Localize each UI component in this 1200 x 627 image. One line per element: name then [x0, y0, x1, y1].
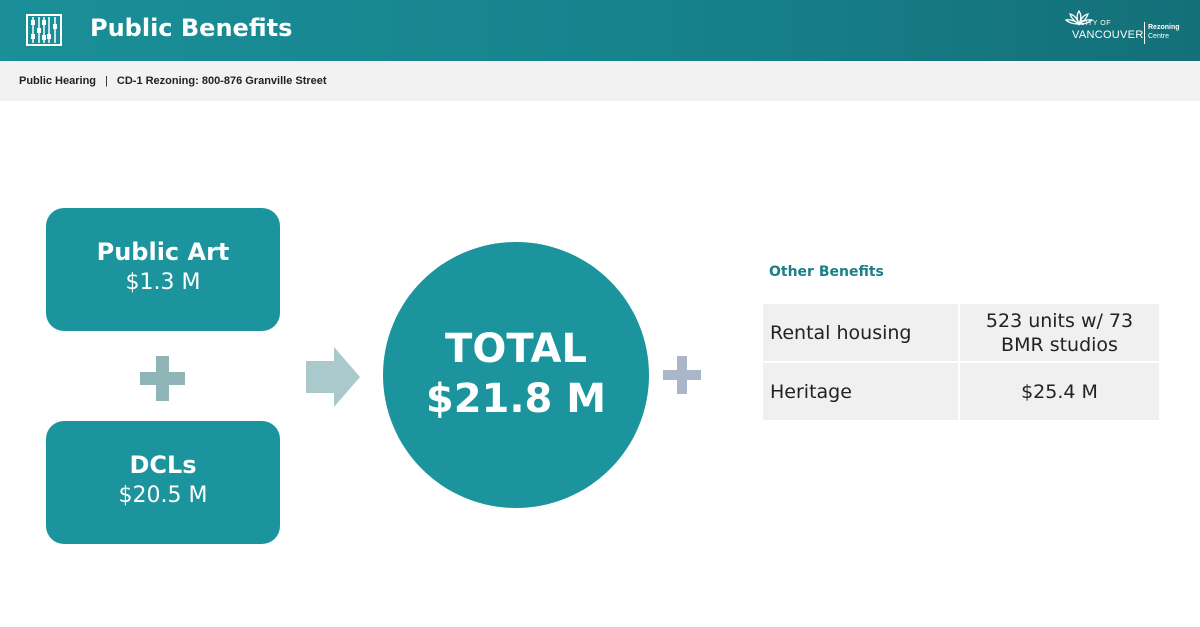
- public-art-box: Public Art $1.3 M: [46, 208, 280, 331]
- rental-value-line2: BMR studios: [1001, 333, 1118, 356]
- breadcrumb-section: Public Hearing: [19, 75, 97, 87]
- breadcrumb-separator: |: [105, 75, 108, 87]
- logo-city-of: CITY OF: [1080, 20, 1111, 27]
- plus-icon: [140, 356, 185, 401]
- rental-value-line1: 523 units w/ 73: [985, 309, 1134, 332]
- other-benefits-table: Rental housing 523 units w/ 73 BMR studi…: [763, 304, 1159, 422]
- total-value: $21.8 M: [425, 376, 607, 422]
- other-benefits-heading: Other Benefits: [769, 264, 884, 280]
- logo-vancouver: VANCOUVER: [1072, 29, 1144, 41]
- header-bar: Public Benefits CITY OF VANCOUVER Rezoni…: [0, 0, 1200, 61]
- table-cell-value: $25.4 M: [960, 363, 1159, 422]
- table-row: Rental housing 523 units w/ 73 BMR studi…: [763, 304, 1159, 363]
- page-title: Public Benefits: [90, 14, 293, 42]
- plus-icon: [663, 356, 701, 394]
- breadcrumb: Public Hearing | CD-1 Rezoning: 800-876 …: [0, 61, 1200, 101]
- table-row: Heritage $25.4 M: [763, 363, 1159, 422]
- table-cell-value: 523 units w/ 73 BMR studios: [960, 304, 1159, 363]
- public-art-value: $1.3 M: [125, 270, 201, 295]
- logo-rezoning: Rezoning: [1148, 24, 1180, 31]
- total-circle: TOTAL $21.8 M: [383, 242, 649, 508]
- public-art-label: Public Art: [96, 238, 230, 266]
- breadcrumb-item: CD-1 Rezoning: 800-876 Granville Street: [116, 75, 327, 87]
- dcls-value: $20.5 M: [118, 483, 208, 508]
- logo-centre: Centre: [1148, 33, 1170, 40]
- city-logo: CITY OF VANCOUVER Rezoning Centre: [1064, 8, 1186, 52]
- dcls-label: DCLs: [129, 451, 197, 479]
- abacus-icon: [26, 14, 62, 46]
- total-label: TOTAL: [445, 326, 587, 372]
- logo-divider: [1144, 22, 1145, 44]
- table-cell-name: Heritage: [763, 363, 960, 422]
- table-cell-name: Rental housing: [763, 304, 960, 363]
- dcls-box: DCLs $20.5 M: [46, 421, 280, 544]
- arrow-right-icon: [306, 347, 360, 407]
